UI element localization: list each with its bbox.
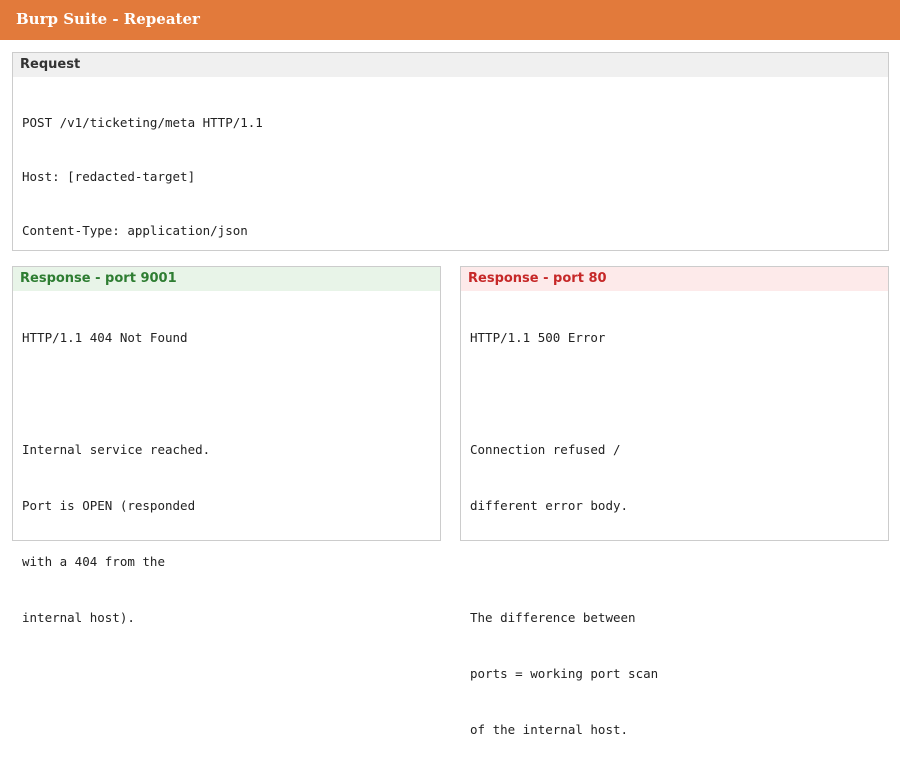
response-80-viewer[interactable]: HTTP/1.1 500 Error Connection refused / …	[461, 291, 888, 773]
response-80-status-line: HTTP/1.1 500 Error	[470, 330, 606, 345]
window-title: Burp Suite - Repeater	[16, 10, 200, 28]
response-9001-viewer[interactable]: HTTP/1.1 404 Not Found Internal service …	[13, 291, 440, 661]
response-80-header: Response - port 80	[461, 267, 888, 291]
response-9001-body-line: Port is OPEN (responded	[22, 498, 196, 513]
request-host-header: Host: [redacted-target]	[22, 169, 196, 184]
response-80-body-line: Connection refused /	[470, 442, 621, 457]
request-panel[interactable]: Request POST /v1/ticketing/meta HTTP/1.1…	[12, 52, 889, 400]
response-panel-port-9001[interactable]: Response - port 9001 HTTP/1.1 404 Not Fo…	[12, 266, 441, 625]
response-9001-blank-line	[22, 381, 431, 407]
response-80-blank-line	[470, 381, 879, 407]
response-9001-body-line: internal host).	[22, 610, 135, 625]
response-9001-body-line: with a 404 from the	[22, 554, 165, 569]
response-80-body-line: different error body.	[470, 498, 629, 513]
response-9001-status-line: HTTP/1.1 404 Not Found	[22, 330, 188, 345]
response-80-body-line: ports = working port scan	[470, 666, 659, 681]
response-80-body-line: of the internal host.	[470, 722, 629, 737]
response-9001-header: Response - port 9001	[13, 267, 440, 291]
request-line: POST /v1/ticketing/meta HTTP/1.1	[22, 115, 263, 130]
response-80-body-line: The difference between	[470, 610, 636, 625]
response-80-blank-line	[470, 549, 879, 575]
response-panel-port-80[interactable]: Response - port 80 HTTP/1.1 500 Error Co…	[460, 266, 889, 737]
window-title-bar: Burp Suite - Repeater	[0, 0, 900, 40]
response-9001-body-line: Internal service reached.	[22, 442, 211, 457]
request-panel-header: Request	[13, 53, 888, 77]
request-content-type-header: Content-Type: application/json	[22, 223, 248, 238]
